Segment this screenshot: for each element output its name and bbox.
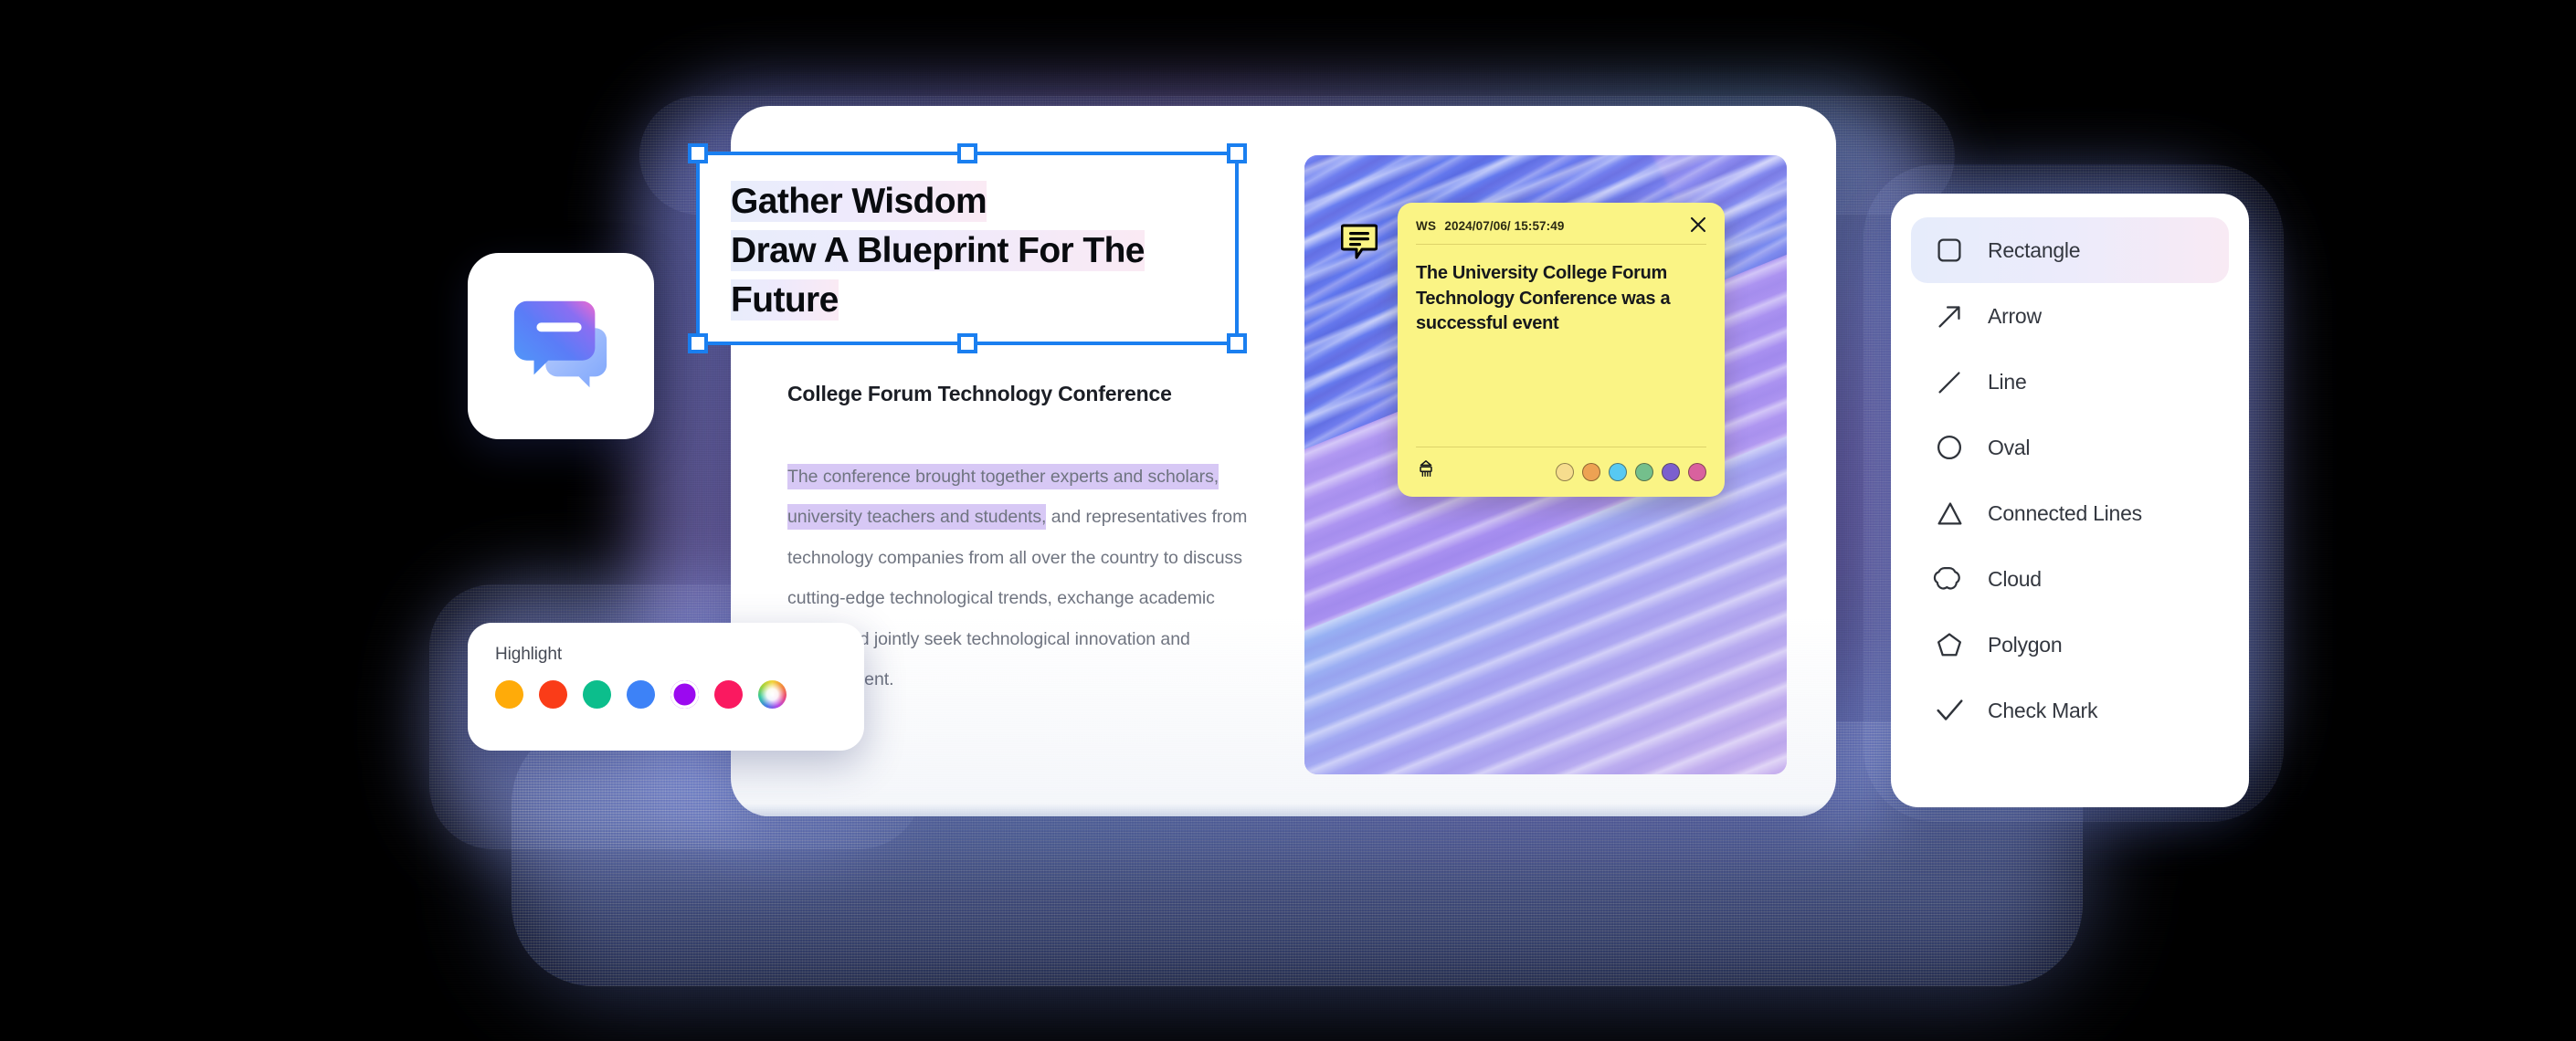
document-subtitle: College Forum Technology Conference — [787, 382, 1172, 405]
chat-bubbles-app-icon — [507, 290, 615, 403]
highlight-swatch-row — [495, 680, 837, 709]
app-icon-card[interactable] — [468, 253, 654, 439]
comment-bubble-icon[interactable] — [1340, 222, 1378, 262]
shape-item-label: Connected Lines — [1988, 500, 2142, 525]
shape-item-rectangle[interactable]: Rectangle — [1911, 217, 2229, 283]
resize-handle-top-center[interactable] — [957, 143, 977, 163]
check-mark-icon — [1931, 692, 1968, 729]
shape-item-label: Cloud — [1988, 566, 2042, 591]
sticky-swatch-orange[interactable] — [1582, 462, 1600, 481]
shape-item-label: Polygon — [1988, 632, 2063, 657]
sticky-swatch-cyan[interactable] — [1609, 462, 1627, 481]
resize-handle-top-right[interactable] — [1227, 143, 1247, 163]
sticky-swatch-pink[interactable] — [1688, 462, 1706, 481]
shape-item-label: Check Mark — [1988, 698, 2098, 722]
highlight-palette-panel[interactable]: Highlight — [468, 623, 864, 751]
sticky-note-body[interactable]: The University College Forum Technology … — [1416, 261, 1706, 337]
close-icon[interactable] — [1688, 215, 1708, 235]
highlight-swatch-blue[interactable] — [627, 680, 655, 709]
sticky-swatch-green[interactable] — [1635, 462, 1653, 481]
shape-item-check-mark[interactable]: Check Mark — [1911, 678, 2229, 743]
sticky-note[interactable]: WS 2024/07/06/ 15:57:49 The University C… — [1398, 203, 1725, 497]
highlight-swatch-red[interactable] — [539, 680, 567, 709]
brush-icon[interactable] — [1416, 459, 1436, 484]
screenshot-stage: College Forum Technology Conference The … — [0, 0, 2576, 1041]
polygon-icon — [1931, 626, 1968, 663]
shape-item-cloud[interactable]: Cloud — [1911, 546, 2229, 612]
sticky-swatch-pale-yellow[interactable] — [1556, 462, 1574, 481]
sticky-swatch-purple[interactable] — [1662, 462, 1680, 481]
resize-handle-bottom-center[interactable] — [957, 333, 977, 353]
shape-item-arrow[interactable]: Arrow — [1911, 283, 2229, 349]
highlight-swatch-teal[interactable] — [583, 680, 611, 709]
highlighted-text-2: university teachers and students, — [787, 504, 1046, 531]
resize-handle-bottom-right[interactable] — [1227, 333, 1247, 353]
title-line-1: Gather Wisdom — [731, 181, 987, 222]
highlight-panel-label: Highlight — [495, 645, 563, 664]
resize-handle-top-left[interactable] — [688, 143, 708, 163]
highlight-swatch-orange[interactable] — [495, 680, 523, 709]
sticky-note-header: WS 2024/07/06/ 15:57:49 — [1416, 216, 1706, 245]
sticky-note-color-swatches — [1556, 462, 1706, 481]
shape-item-oval[interactable]: Oval — [1911, 415, 2229, 480]
resize-handle-bottom-left[interactable] — [688, 333, 708, 353]
shape-item-label: Line — [1988, 369, 2027, 394]
rectangle-icon — [1931, 232, 1968, 268]
highlight-swatch-purple[interactable] — [670, 680, 699, 709]
highlight-swatch-rainbow[interactable] — [758, 680, 787, 709]
sticky-note-footer — [1416, 447, 1706, 484]
sticky-note-timestamp: 2024/07/06/ 15:57:49 — [1444, 219, 1565, 233]
oval-icon — [1931, 429, 1968, 466]
highlighted-text-1: The conference brought together experts … — [787, 464, 1219, 489]
arrow-icon — [1931, 298, 1968, 334]
line-icon — [1931, 363, 1968, 400]
shape-item-label: Rectangle — [1988, 237, 2081, 262]
title-line-3: Future — [731, 279, 839, 321]
highlight-swatch-magenta[interactable] — [714, 680, 743, 709]
document-title: Gather Wisdom Draw A Blueprint For The F… — [731, 177, 1224, 324]
connected-lines-icon — [1931, 495, 1968, 531]
title-selection-box[interactable]: Gather Wisdom Draw A Blueprint For The F… — [688, 143, 1247, 353]
shape-tool-panel[interactable]: Rectangle Arrow Line Oval Connected Lines Clo… — [1891, 194, 2249, 807]
title-line-2: Draw A Blueprint For The — [731, 229, 1145, 271]
shape-item-label: Oval — [1988, 435, 2031, 459]
shape-item-line[interactable]: Line — [1911, 349, 2229, 415]
shape-item-connected-lines[interactable]: Connected Lines — [1911, 480, 2229, 546]
shape-item-label: Arrow — [1988, 303, 2042, 328]
cloud-icon — [1931, 561, 1968, 597]
sticky-note-author: WS — [1416, 219, 1437, 233]
shape-item-polygon[interactable]: Polygon — [1911, 612, 2229, 678]
